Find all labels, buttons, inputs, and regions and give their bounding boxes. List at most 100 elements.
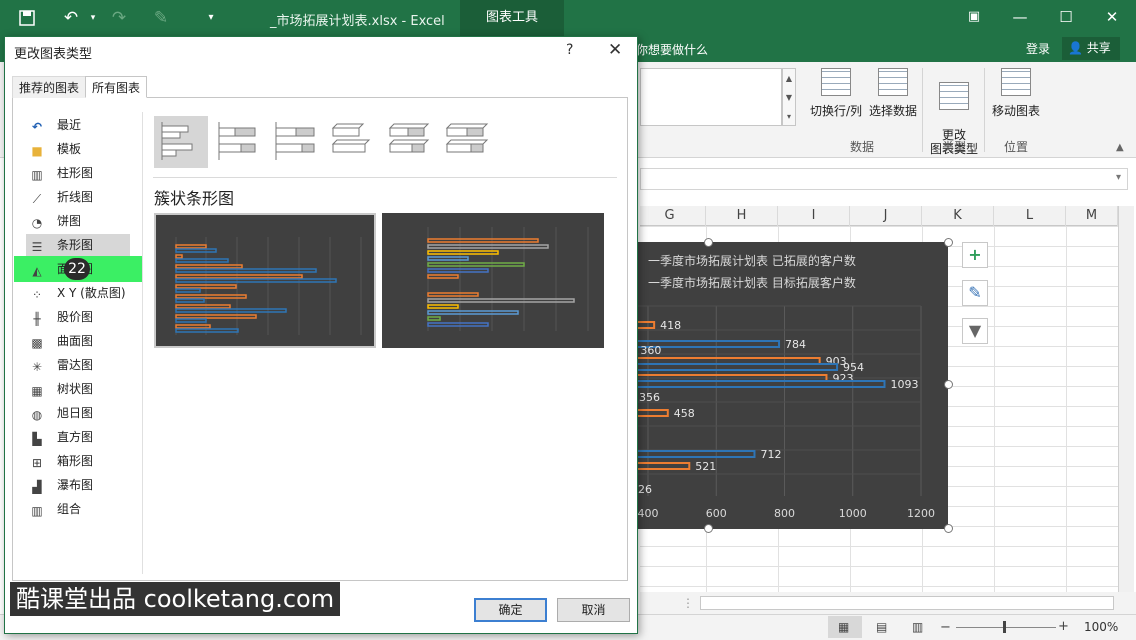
selected-subtype-name: 簇状条形图 <box>154 189 235 208</box>
line-chart-icon: ⟋ <box>32 192 42 206</box>
x-tick-label: 400 <box>638 507 659 520</box>
stacked-100-bar-icon <box>275 122 315 160</box>
chart-type-template[interactable]: ■ 模板 <box>26 138 130 160</box>
column-header[interactable]: I <box>778 206 850 226</box>
subtype-stacked-bar[interactable] <box>211 116 265 168</box>
close-icon[interactable]: ✕ <box>1088 0 1136 36</box>
chart-type-waterfall[interactable]: ▟ 瀑布图 <box>26 474 130 496</box>
ribbon-display-icon[interactable]: ▣ <box>950 0 998 36</box>
list-divider <box>142 112 143 574</box>
data-label: 360 <box>640 344 661 357</box>
subtype-3d-clustered-bar[interactable] <box>325 116 379 168</box>
chart-type-treemap[interactable]: ▦ 树状图 <box>26 378 130 400</box>
move-chart-icon <box>1001 68 1031 96</box>
chart-style-gallery[interactable] <box>640 68 782 126</box>
zoom-thumb[interactable] <box>1003 621 1006 633</box>
scatter-chart-icon: ⁘ <box>31 288 43 302</box>
chart-type-stock[interactable]: ╫ 股价图 <box>26 306 130 328</box>
preview-series-by-row[interactable] <box>154 213 376 348</box>
share-button[interactable]: 👤 共享 <box>1062 37 1120 60</box>
login-link[interactable]: 登录 <box>1026 40 1050 57</box>
subtype-clustered-bar[interactable] <box>154 116 208 168</box>
treemap-icon: ▦ <box>31 384 43 398</box>
page-layout-icon[interactable]: ▤ <box>876 620 887 634</box>
stacked-bar-3d-icon <box>388 123 430 153</box>
preview-series-by-column[interactable] <box>382 213 604 348</box>
maximize-icon[interactable]: ☐ <box>1042 0 1090 36</box>
chart-type-recent[interactable]: ↶ 最近 <box>26 114 130 136</box>
dialog-close-icon[interactable]: ✕ <box>608 40 622 60</box>
vertical-scrollbar[interactable] <box>1118 206 1134 592</box>
page-break-icon[interactable]: ▥ <box>912 620 923 634</box>
resize-handle[interactable] <box>944 524 953 533</box>
resize-handle[interactable] <box>944 380 953 389</box>
expand-formula-icon[interactable]: ▾ <box>1116 172 1121 183</box>
select-data-button[interactable]: 选择数据 <box>866 68 920 119</box>
column-header[interactable]: K <box>922 206 994 226</box>
zoom-slider[interactable] <box>956 627 1056 628</box>
save-icon[interactable] <box>14 6 40 30</box>
column-header[interactable]: H <box>706 206 778 226</box>
formula-bar[interactable] <box>640 168 1128 190</box>
chart-type-label: 旭日图 <box>57 406 94 420</box>
chart-type-combo[interactable]: ▥ 组合 <box>26 498 130 520</box>
zoom-out-icon[interactable]: − <box>940 620 951 635</box>
chart-title-line1[interactable]: 一季度市场拓展计划表 已拓展的客户数 <box>648 252 856 269</box>
switch-row-col-label: 切换行/列 <box>809 104 863 118</box>
resize-handle[interactable] <box>704 238 713 247</box>
column-header[interactable]: L <box>994 206 1066 226</box>
chart-type-sunburst[interactable]: ◍ 旭日图 <box>26 402 130 424</box>
collapse-ribbon-icon[interactable]: ▲ <box>1116 142 1124 153</box>
chart-type-line[interactable]: ⟋ 折线图 <box>26 186 130 208</box>
chart-type-bar[interactable]: ☰ 条形图 <box>26 234 130 256</box>
tell-me-box[interactable]: 你想要做什么 <box>636 41 708 58</box>
sunburst-icon: ◍ <box>31 408 43 422</box>
chart-type-scatter[interactable]: ⁘ X Y (散点图) <box>26 282 130 304</box>
zoom-level[interactable]: 100% <box>1084 620 1118 634</box>
chart-title-line2[interactable]: 一季度市场拓展计划表 目标拓展客户数 <box>648 274 856 291</box>
chart-type-pie[interactable]: ◔ 饼图 <box>26 210 130 232</box>
subtype-3d-stacked-bar[interactable] <box>382 116 436 168</box>
switch-row-col-icon <box>821 68 851 96</box>
column-header[interactable]: G <box>634 206 706 226</box>
redo-icon[interactable]: ↷ <box>106 6 132 30</box>
move-chart-button[interactable]: 移动图表 <box>990 68 1042 119</box>
tab-all-charts[interactable]: 所有图表 <box>85 76 148 98</box>
resize-handle[interactable] <box>944 238 953 247</box>
data-label: 418 <box>660 319 681 332</box>
chart-type-histogram[interactable]: ▙ 直方图 <box>26 426 130 448</box>
chart-filter-icon[interactable]: ▼ <box>962 318 988 344</box>
gallery-scroll[interactable]: ▲ ▼ ▾ <box>782 68 796 126</box>
chart-type-surface[interactable]: ▩ 曲面图 <box>26 330 130 352</box>
chart-type-boxplot[interactable]: ⊞ 箱形图 <box>26 450 130 472</box>
user-icon: 👤 <box>1068 41 1083 55</box>
format-painter-icon[interactable]: ✎ <box>148 6 174 30</box>
customize-qat-icon[interactable]: ▾ <box>198 6 224 30</box>
help-icon[interactable]: ? <box>566 42 573 58</box>
switch-row-col-button[interactable]: 切换行/列 <box>804 68 868 119</box>
chart-type-radar[interactable]: ✳ 雷达图 <box>26 354 130 376</box>
tab-recommended-charts[interactable]: 推荐的图表 <box>12 76 87 98</box>
sheet-options-icon[interactable]: ⋮ <box>682 596 694 610</box>
horizontal-scrollbar[interactable] <box>700 596 1114 610</box>
chart-type-column[interactable]: ▥ 柱形图 <box>26 162 130 184</box>
undo-dropdown-icon[interactable]: ▾ <box>80 6 106 30</box>
column-header[interactable]: J <box>850 206 922 226</box>
column-header[interactable]: M <box>1066 206 1118 226</box>
zoom-in-icon[interactable]: + <box>1058 619 1069 634</box>
histogram-icon: ▙ <box>32 432 42 446</box>
chart-elements-icon[interactable]: + <box>962 242 988 268</box>
subtype-100-stacked-bar[interactable] <box>268 116 322 168</box>
bar-chart-icon: ☰ <box>31 240 43 254</box>
stacked-100-bar-3d-icon <box>445 123 489 153</box>
chart-type-label: X Y (散点图) <box>57 286 126 300</box>
subtype-3d-100-stacked-bar[interactable] <box>439 116 493 168</box>
ok-button[interactable]: 确定 <box>474 598 547 622</box>
chart-styles-icon[interactable]: ✎ <box>962 280 988 306</box>
chart-type-label: 曲面图 <box>57 334 94 348</box>
minimize-icon[interactable]: — <box>996 0 1044 36</box>
chart-type-label: 树状图 <box>57 382 94 396</box>
resize-handle[interactable] <box>704 524 713 533</box>
subtype-divider <box>153 177 617 178</box>
cancel-button[interactable]: 取消 <box>557 598 630 622</box>
